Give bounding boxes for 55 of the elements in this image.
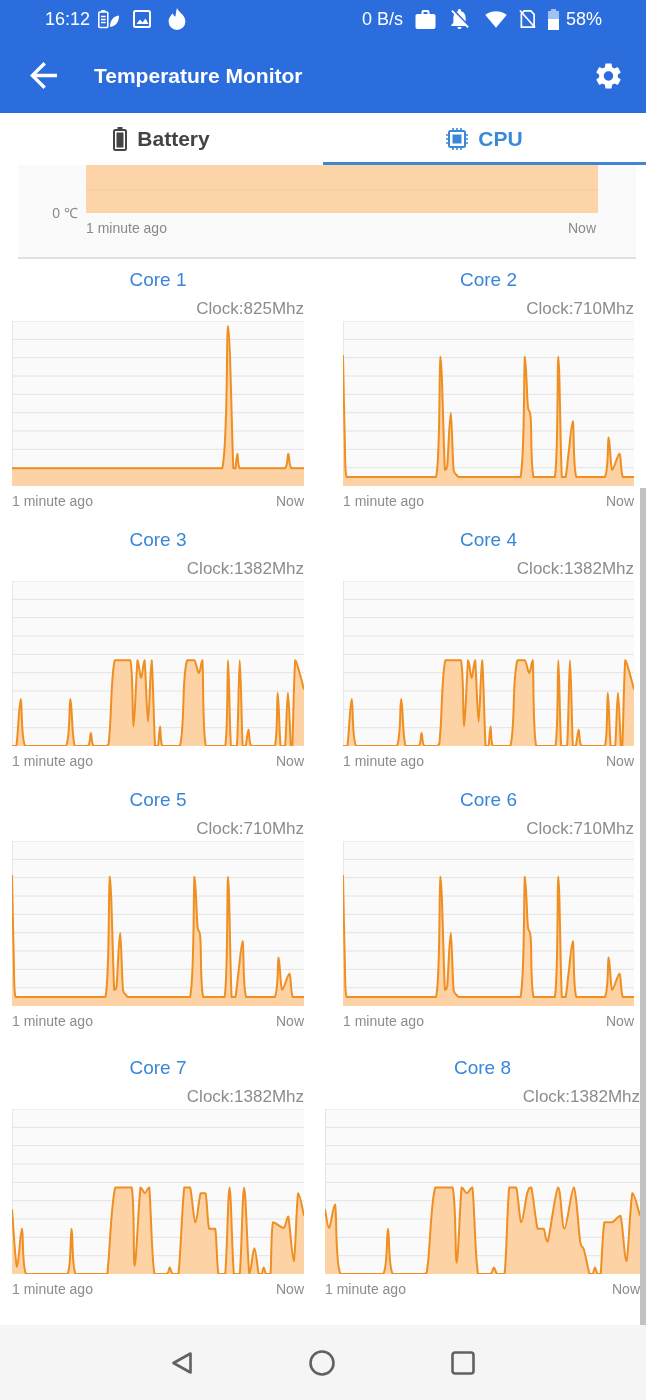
core-title: Core 8 <box>454 1056 511 1080</box>
time-label: Now <box>606 1012 634 1030</box>
time-label: 1 minute ago <box>343 752 424 770</box>
battery-icon <box>547 8 559 30</box>
time-label: 1 minute ago <box>12 1012 93 1030</box>
clock-speed: Clock:1382Mhz <box>522 1087 640 1107</box>
tab[interactable]: Battery <box>0 113 323 165</box>
app-title: Temperature Monitor <box>94 62 303 89</box>
core-title: Core 5 <box>129 788 187 812</box>
recents-icon[interactable] <box>451 1350 475 1375</box>
clock-speed: Clock:710Mhz <box>526 299 634 319</box>
time-label: Now <box>276 492 304 510</box>
time-label: Now <box>276 752 304 770</box>
clock-speed: Clock:1382Mhz <box>186 559 304 579</box>
time-label: 1 minute ago <box>343 1012 424 1030</box>
core-title: Core 6 <box>460 788 517 812</box>
time-label: 1 minute ago <box>86 220 167 236</box>
clock-speed: Clock:1382Mhz <box>186 1087 304 1107</box>
status-time: 16:12 <box>45 9 91 29</box>
time-label: 1 minute ago <box>325 1280 406 1298</box>
time-label: Now <box>606 492 634 510</box>
time-label: 1 minute ago <box>12 1280 93 1298</box>
core-title: Core 7 <box>129 1056 187 1080</box>
core-title: Core 2 <box>460 268 517 292</box>
time-label: Now <box>568 220 596 236</box>
back-icon[interactable] <box>171 1350 193 1375</box>
no-sim-icon <box>518 9 536 29</box>
wifi-icon <box>484 10 507 28</box>
y-axis-label: 0 ℃ <box>52 205 78 221</box>
battery-percentage: 58% <box>565 9 602 29</box>
battery-icon <box>113 127 128 151</box>
network-speed: 0 B/s <box>361 9 403 29</box>
back-arrow-icon[interactable] <box>30 62 57 89</box>
clock-speed: Clock:710Mhz <box>526 819 634 839</box>
flame-icon <box>167 8 188 30</box>
time-label: 1 minute ago <box>12 752 93 770</box>
core-title: Core 1 <box>129 268 187 292</box>
core-title: Core 3 <box>129 528 187 552</box>
core-title: Core 4 <box>460 528 517 552</box>
time-label: 1 minute ago <box>343 492 424 510</box>
time-label: Now <box>276 1012 304 1030</box>
clock-speed: Clock:1382Mhz <box>516 559 634 579</box>
time-label: Now <box>612 1280 640 1298</box>
bell-off-icon <box>449 9 469 29</box>
settings-icon[interactable] <box>596 62 621 89</box>
clock-speed: Clock:710Mhz <box>196 819 304 839</box>
time-label: Now <box>276 1280 304 1298</box>
briefcase-icon <box>414 9 436 29</box>
time-label: 1 minute ago <box>12 492 93 510</box>
image-icon <box>133 10 152 28</box>
battery-leaf-icon <box>97 9 120 29</box>
chip-icon <box>446 128 469 150</box>
clock-speed: Clock:825Mhz <box>196 299 304 319</box>
time-label: Now <box>606 752 634 770</box>
home-icon[interactable] <box>309 1349 335 1376</box>
